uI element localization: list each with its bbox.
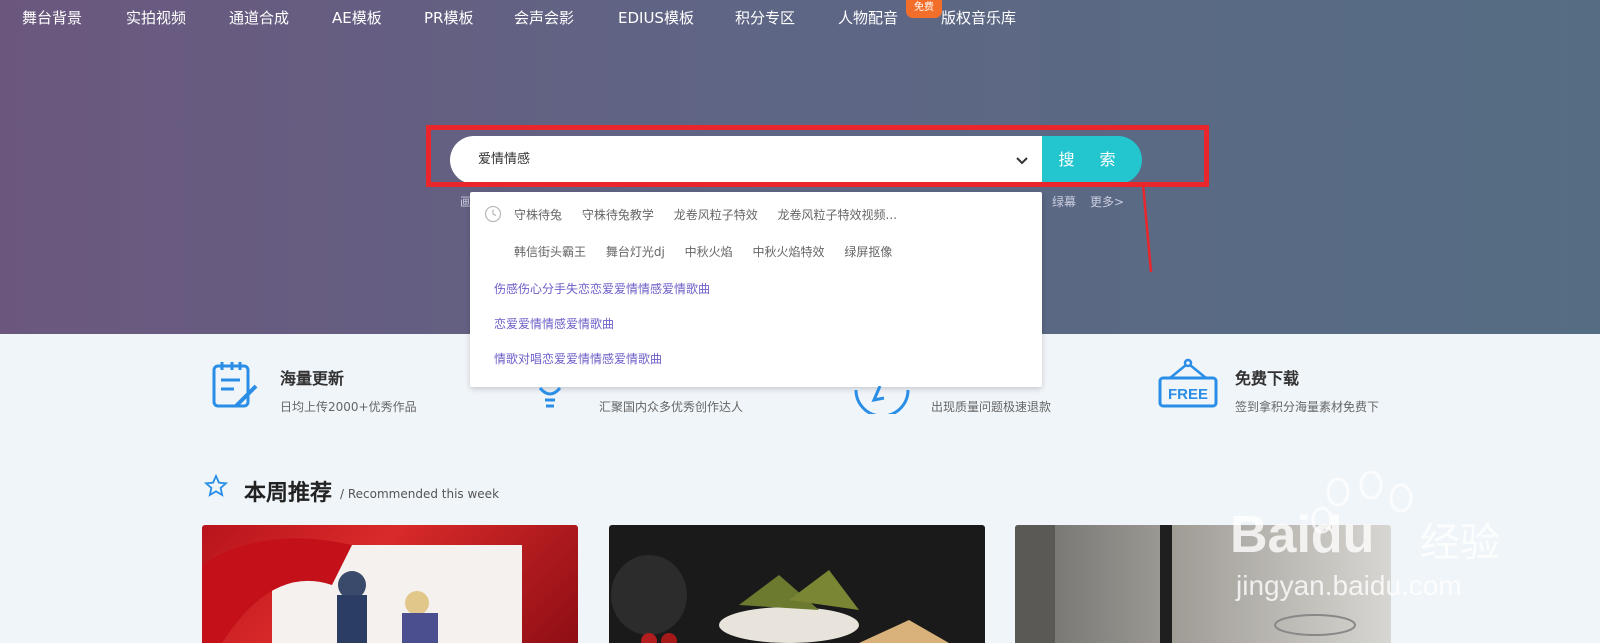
hot-word-greenscreen[interactable]: 绿幕 [1052, 193, 1076, 210]
history-item[interactable]: 绿屏抠像 [844, 245, 892, 259]
suggestion-item[interactable]: 情歌对唱恋爱爱情情感爱情歌曲 [494, 350, 662, 367]
history-item[interactable]: 守株待兔教学 [582, 208, 654, 222]
nav-item-points[interactable]: 积分专区 [735, 7, 795, 28]
nav-item-live-video[interactable]: 实拍视频 [126, 7, 186, 28]
watermark-brand: Baidu [1230, 506, 1375, 564]
history-item[interactable]: 中秋火焰 [685, 245, 733, 259]
section-subtitle: / Recommended this week [340, 487, 500, 501]
recommend-card-2[interactable] [609, 525, 985, 643]
watermark-cn: 经验 [1420, 520, 1500, 566]
free-sign-icon: FREE [1158, 358, 1218, 408]
feature-title: 海量更新 [280, 369, 345, 388]
highlight-frame [426, 125, 1209, 187]
nav-item-edius-template[interactable]: EDIUS模板 [618, 7, 694, 28]
hot-word-more[interactable]: 更多> [1090, 193, 1124, 210]
suggestion-item[interactable]: 恋爱爱情情感爱情歌曲 [494, 315, 614, 332]
lightbulb-icon [538, 386, 562, 408]
feature-desc: 汇聚国内众多优秀创作达人 [599, 400, 744, 414]
notepad-pencil-icon [212, 362, 258, 408]
history-item[interactable]: 中秋火焰特效 [752, 245, 824, 259]
card-thumbnail [611, 555, 949, 643]
lightning-circle-icon [854, 386, 910, 414]
card-thumbnail [202, 538, 522, 643]
nav-item-stage-bg[interactable]: 舞台背景 [22, 7, 82, 28]
clock-icon [484, 205, 502, 223]
star-icon [204, 474, 228, 497]
nav-item-ae-template[interactable]: AE模板 [332, 7, 382, 28]
feature-desc: 签到拿积分海量素材免费下 [1235, 400, 1380, 414]
feature-desc: 日均上传2000+优秀作品 [280, 400, 417, 414]
nav-item-music-library[interactable]: 版权音乐库 [941, 7, 1016, 28]
free-badge: 免费 [906, 0, 942, 18]
section-title: 本周推荐 [244, 481, 333, 506]
feature-desc: 出现质量问题极速退款 [931, 400, 1052, 414]
free-sign-text: FREE [1168, 386, 1208, 403]
nav-item-channel-compose[interactable]: 通道合成 [229, 7, 289, 28]
nav-item-pr-template[interactable]: PR模板 [424, 7, 473, 28]
feature-title: 免费下载 [1235, 369, 1300, 388]
history-row-2: 韩信街头霸王 舞台灯光dj 中秋火焰 中秋火焰特效 绿屏抠像 [514, 243, 908, 260]
history-item[interactable]: 龙卷风粒子特效 [674, 208, 758, 222]
watermark-url: jingyan.baidu.com [1236, 570, 1462, 601]
history-item[interactable]: 舞台灯光dj [606, 245, 665, 259]
history-row-1: 守株待兔 守株待兔教学 龙卷风粒子特效 龙卷风粒子特效视频... [514, 206, 913, 223]
nav-item-huisheng[interactable]: 会声会影 [514, 7, 574, 28]
history-item[interactable]: 龙卷风粒子特效视频... [778, 208, 897, 222]
nav-item-voiceover[interactable]: 人物配音 [838, 7, 898, 28]
history-item[interactable]: 守株待兔 [514, 208, 562, 222]
annotation-arrow-line [1141, 183, 1153, 273]
history-item[interactable]: 韩信街头霸王 [514, 245, 586, 259]
recommend-card-1[interactable] [202, 525, 578, 643]
suggestion-item[interactable]: 伤感伤心分手失恋恋爱爱情情感爱情歌曲 [494, 280, 710, 297]
